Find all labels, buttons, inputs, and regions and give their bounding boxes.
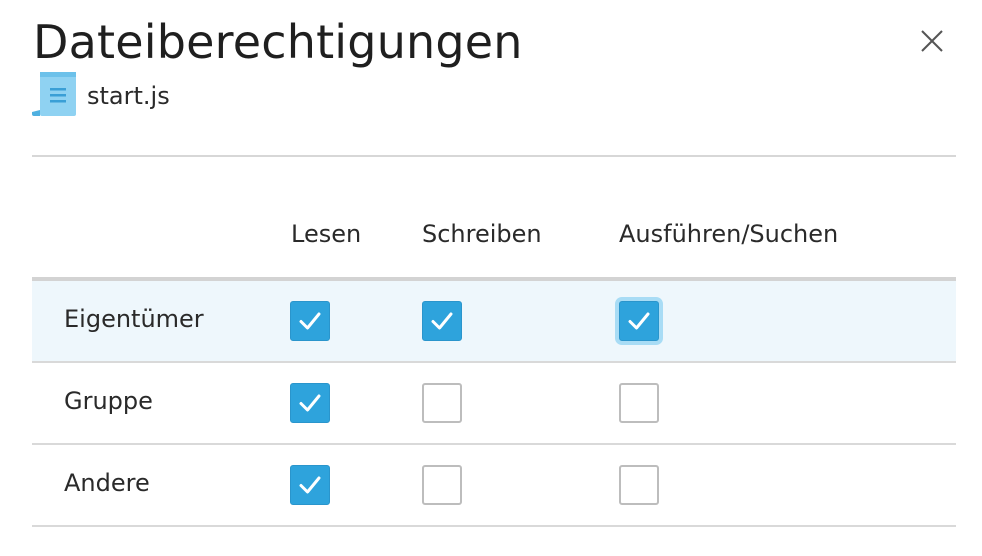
others-execute-checkbox[interactable]: [619, 465, 659, 505]
dialog-title: Dateiberechtigungen: [33, 15, 523, 69]
others-read-checkbox[interactable]: [290, 465, 330, 505]
checkmark-icon: [299, 476, 321, 494]
table-header: Lesen Schreiben Ausführen/Suchen: [32, 200, 956, 281]
script-file-icon: [32, 70, 78, 122]
checkmark-icon: [299, 394, 321, 412]
group-write-checkbox[interactable]: [422, 383, 462, 423]
close-icon: [921, 30, 943, 52]
owner-execute-checkbox[interactable]: [619, 301, 659, 341]
checkmark-icon: [628, 312, 650, 330]
column-header-execute: Ausführen/Suchen: [619, 220, 839, 248]
file-info: start.js: [32, 70, 170, 122]
table-row-others: Andere: [32, 445, 956, 527]
divider: [32, 155, 956, 157]
checkmark-icon: [431, 312, 453, 330]
row-label: Eigentümer: [64, 305, 204, 333]
permissions-table: Lesen Schreiben Ausführen/Suchen Eigentü…: [32, 200, 956, 527]
owner-read-checkbox[interactable]: [290, 301, 330, 341]
group-execute-checkbox[interactable]: [619, 383, 659, 423]
table-row-group: Gruppe: [32, 363, 956, 445]
owner-write-checkbox[interactable]: [422, 301, 462, 341]
close-button[interactable]: [915, 24, 949, 58]
file-name: start.js: [87, 82, 170, 110]
column-header-write: Schreiben: [422, 220, 542, 248]
others-write-checkbox[interactable]: [422, 465, 462, 505]
group-read-checkbox[interactable]: [290, 383, 330, 423]
row-label: Gruppe: [64, 387, 153, 415]
column-header-read: Lesen: [291, 220, 362, 248]
row-label: Andere: [64, 469, 150, 497]
table-row-owner: Eigentümer: [32, 281, 956, 363]
file-permissions-dialog: Dateiberechtigungen start.js Lesen Schre…: [0, 0, 982, 556]
checkmark-icon: [299, 312, 321, 330]
